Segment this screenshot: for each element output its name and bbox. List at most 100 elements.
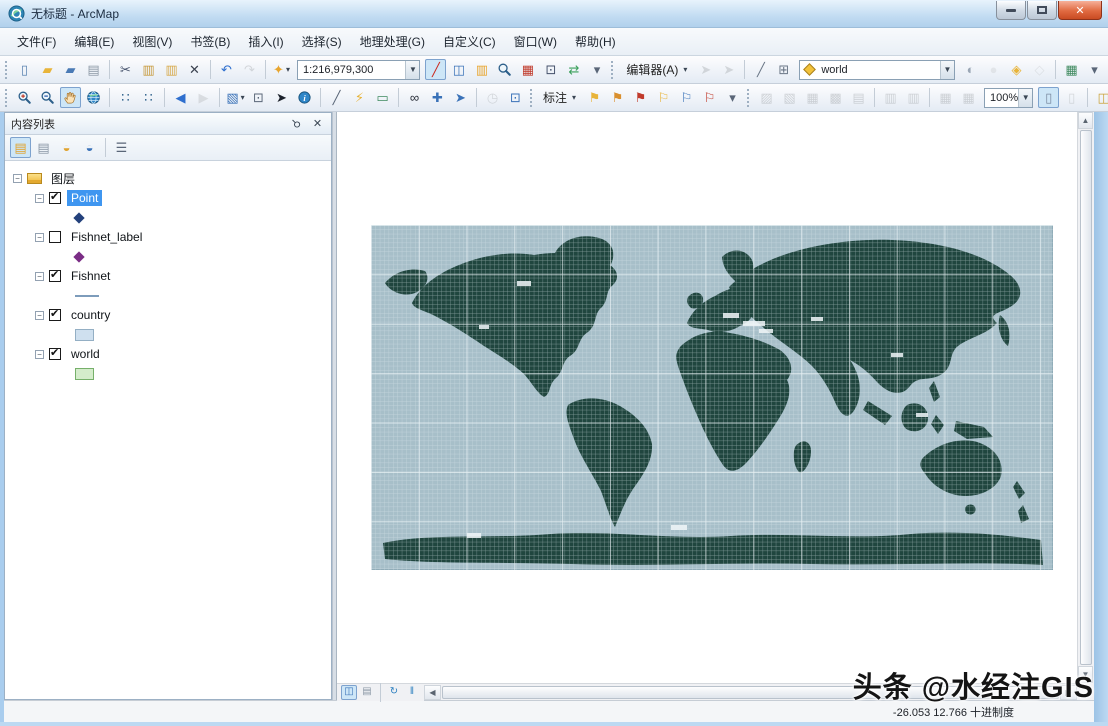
vertical-scrollbar[interactable]: ▲ ▼ <box>1077 112 1094 683</box>
lock-labels-icon[interactable]: ⚐ <box>653 87 674 108</box>
model-builder-icon[interactable]: ⇄ <box>563 59 584 80</box>
pan-icon[interactable] <box>60 87 81 108</box>
standard-toolbar-overflow-icon[interactable]: ▾ <box>586 59 607 80</box>
find-icon[interactable]: ∞ <box>404 87 425 108</box>
target-layer-combo[interactable]: world ▼ <box>799 59 955 80</box>
map-document-area[interactable]: ▲ ▼ ◫ ▤ ↻ ‖ ◀ ▶ <box>336 112 1094 702</box>
label-manager-icon[interactable]: ⚑ <box>584 87 605 108</box>
edit-vertices-tool-icon[interactable]: ⊞ <box>773 59 794 80</box>
layers-group-label[interactable]: 图层 <box>47 169 79 188</box>
menu-window[interactable]: 窗口(W) <box>505 29 566 54</box>
toc-close-button[interactable]: ✕ <box>310 117 325 130</box>
layer-expander-icon[interactable]: − <box>35 349 44 359</box>
layer-visibility-checkbox[interactable] <box>49 307 61 321</box>
go-to-xy-icon[interactable]: ➤ <box>450 87 471 108</box>
delete-icon[interactable]: ✕ <box>184 59 205 80</box>
clear-selected-features-icon[interactable]: ⊡ <box>248 87 269 108</box>
list-by-visibility-icon[interactable]: ◒ <box>56 137 77 158</box>
open-project-icon[interactable]: ▰ <box>37 59 58 80</box>
menu-help[interactable]: 帮助(H) <box>566 29 625 54</box>
hyperlink-icon[interactable]: ⚡ <box>349 87 370 108</box>
pause-drawing-page-icon[interactable]: ▯ <box>1038 87 1060 108</box>
list-by-source-icon[interactable]: ▤ <box>33 137 54 158</box>
map-scale-dropdown-icon[interactable]: ▼ <box>405 60 420 79</box>
python-window-icon[interactable]: ⊡ <box>540 59 561 80</box>
copy-icon[interactable]: ▥ <box>138 59 159 80</box>
close-button[interactable]: ✕ <box>1058 1 1102 20</box>
view-unplaced-labels-icon[interactable]: ⚐ <box>676 87 697 108</box>
zoom-percent-combo[interactable]: 100% ▼ <box>984 87 1034 108</box>
arctoolbox-window-icon[interactable]: ▦ <box>517 59 538 80</box>
layer-expander-icon[interactable]: − <box>35 193 44 203</box>
map-scale-combo[interactable]: 1:216,979,300 ▼ <box>297 59 421 80</box>
new-map-file-icon[interactable]: ▯ <box>14 59 35 80</box>
cut-icon[interactable]: ✂ <box>115 59 136 80</box>
scroll-left-icon[interactable]: ◀ <box>424 684 441 700</box>
toolbar-grip[interactable] <box>5 88 9 107</box>
layer-expander-icon[interactable]: − <box>35 232 44 242</box>
refresh-view-button-icon[interactable]: ↻ <box>386 685 402 700</box>
labeling-menu-button[interactable]: 标注 ▾ <box>536 86 583 109</box>
toc-pin-button[interactable]: ⚲ <box>289 116 304 130</box>
toc-window-icon[interactable]: ◫ <box>448 59 469 80</box>
undo-icon[interactable]: ↶ <box>216 59 237 80</box>
menu-geoprocessing[interactable]: 地理处理(G) <box>351 29 434 54</box>
pause-drawing-button-icon[interactable]: ‖ <box>404 685 420 700</box>
layer-name[interactable]: world <box>67 346 104 362</box>
layer-name[interactable]: Point <box>67 190 103 206</box>
create-features-circle-icon[interactable]: ◐ <box>960 59 981 80</box>
toc-options-icon[interactable]: ☰ <box>111 137 132 158</box>
attributes-table-icon[interactable]: ▦ <box>1061 59 1082 80</box>
minimize-button[interactable] <box>996 1 1026 20</box>
full-extent-icon[interactable] <box>83 87 104 108</box>
label-weight-ranking-icon[interactable]: ⚑ <box>630 87 651 108</box>
menu-file[interactable]: 文件(F) <box>8 29 65 54</box>
select-elements-icon[interactable]: ➤ <box>271 87 292 108</box>
toolbar-grip[interactable] <box>5 60 9 79</box>
menu-edit[interactable]: 编辑(E) <box>65 29 123 54</box>
layer-symbol-fill[interactable] <box>75 328 94 341</box>
layer-visibility-checkbox[interactable] <box>49 190 61 204</box>
data-frame-lock-icon[interactable]: ◫ <box>1093 87 1108 108</box>
fixed-zoom-in-icon[interactable]: ∷ <box>115 87 136 108</box>
menu-selection[interactable]: 选择(S) <box>293 29 351 54</box>
labeling-toolbar-overflow-icon[interactable]: ▾ <box>722 87 743 108</box>
edit-tool-icon[interactable]: ╱ <box>425 59 447 80</box>
pause-labeling-icon[interactable]: ⚐ <box>699 87 720 108</box>
create-viewer-window-icon[interactable]: ⊡ <box>505 87 526 108</box>
menu-insert[interactable]: 插入(I) <box>239 29 292 54</box>
list-by-drawing-order-icon[interactable]: ▤ <box>10 137 31 158</box>
layer-visibility-checkbox[interactable] <box>49 268 61 282</box>
toolbar-grip[interactable] <box>747 88 751 107</box>
scroll-up-icon[interactable]: ▲ <box>1078 112 1093 129</box>
layer-name[interactable]: Fishnet_label <box>67 229 146 245</box>
identify-icon[interactable]: i <box>294 87 315 108</box>
map-canvas[interactable] <box>370 224 1054 571</box>
label-priority-ranking-icon[interactable]: ⚑ <box>607 87 628 108</box>
layout-view-button-icon[interactable]: ▤ <box>359 685 375 700</box>
zoom-out-icon[interactable] <box>37 87 58 108</box>
layer-symbol-line[interactable] <box>75 294 99 297</box>
layer-expander-icon[interactable]: − <box>35 310 44 320</box>
editor-toolbar-overflow-icon[interactable]: ▾ <box>1084 59 1105 80</box>
labeling-toolbar-grip[interactable] <box>530 88 532 107</box>
layer-symbol-fill[interactable] <box>75 367 94 380</box>
print-icon[interactable]: ▤ <box>83 59 104 80</box>
measure-icon[interactable]: ╱ <box>326 87 347 108</box>
data-view-button-icon[interactable]: ◫ <box>341 684 357 700</box>
menu-bookmarks[interactable]: 书签(B) <box>181 29 239 54</box>
zoom-percent-dropdown-icon[interactable]: ▼ <box>1018 88 1033 107</box>
snapping-icon[interactable]: ◈ <box>1006 59 1027 80</box>
go-back-extent-icon[interactable]: ◀ <box>170 87 191 108</box>
catalog-window-icon[interactable]: ▥ <box>471 59 492 80</box>
select-features-icon[interactable]: ▧ ▾ <box>225 87 246 108</box>
layer-name[interactable]: Fishnet <box>67 268 114 284</box>
menu-view[interactable]: 视图(V) <box>123 29 181 54</box>
save-project-icon[interactable]: ▰ <box>60 59 81 80</box>
layer-name[interactable]: country <box>67 307 114 323</box>
layer-visibility-checkbox[interactable] <box>49 346 61 360</box>
editor-menu-button[interactable]: 编辑器(A) ▾ <box>619 58 694 81</box>
zoom-in-icon[interactable] <box>14 87 35 108</box>
editor-toolbar-grip[interactable] <box>611 60 615 79</box>
maximize-button[interactable] <box>1027 1 1057 20</box>
